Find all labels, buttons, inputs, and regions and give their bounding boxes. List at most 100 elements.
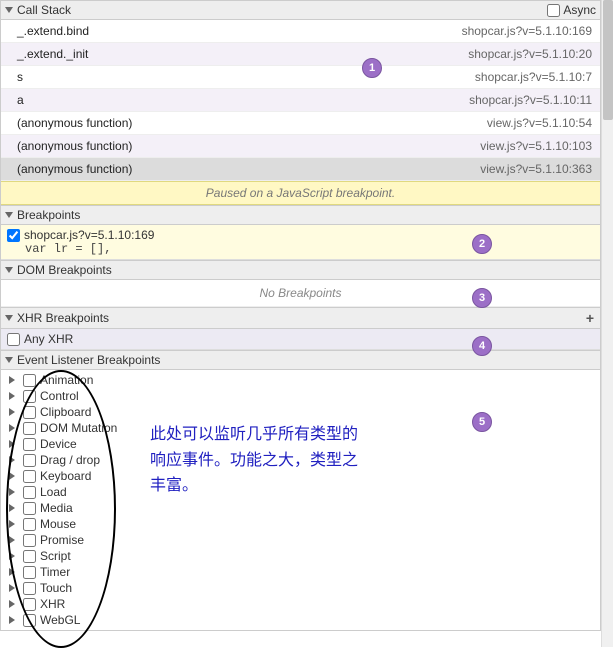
any-xhr-row[interactable]: Any XHR <box>1 329 600 350</box>
event-category-item[interactable]: Promise <box>9 532 600 548</box>
event-category-item[interactable]: Mouse <box>9 516 600 532</box>
debugger-panel: Call Stack Async _.extend.bind shopcar.j… <box>0 0 601 631</box>
event-category-item[interactable]: Touch <box>9 580 600 596</box>
event-category-label: Media <box>40 501 73 515</box>
chevron-right-icon <box>9 424 19 432</box>
event-category-checkbox[interactable] <box>23 614 36 627</box>
event-category-checkbox[interactable] <box>23 502 36 515</box>
breakpoint-checkbox[interactable] <box>7 229 20 242</box>
chevron-right-icon <box>9 376 19 384</box>
stack-frame[interactable]: a shopcar.js?v=5.1.10:11 <box>1 89 600 112</box>
event-category-label: XHR <box>40 597 65 611</box>
xhr-breakpoints-title: XHR Breakpoints <box>17 311 584 325</box>
event-category-item[interactable]: Timer <box>9 564 600 580</box>
event-category-label: Keyboard <box>40 469 91 483</box>
event-category-checkbox[interactable] <box>23 406 36 419</box>
stack-frame[interactable]: _.extend._init shopcar.js?v=5.1.10:20 <box>1 43 600 66</box>
event-category-label: Device <box>40 437 77 451</box>
stack-frame[interactable]: (anonymous function) view.js?v=5.1.10:54 <box>1 112 600 135</box>
stack-frame[interactable]: (anonymous function) view.js?v=5.1.10:10… <box>1 135 600 158</box>
event-category-item[interactable]: Media <box>9 500 600 516</box>
callstack-header[interactable]: Call Stack Async <box>1 0 600 20</box>
chevron-down-icon <box>5 7 13 13</box>
event-category-label: DOM Mutation <box>40 421 117 435</box>
chevron-down-icon <box>5 315 13 321</box>
event-category-checkbox[interactable] <box>23 566 36 579</box>
chevron-right-icon <box>9 456 19 464</box>
event-category-label: Animation <box>40 373 93 387</box>
chevron-down-icon <box>5 357 13 363</box>
chevron-down-icon <box>5 212 13 218</box>
event-category-checkbox[interactable] <box>23 374 36 387</box>
event-category-checkbox[interactable] <box>23 486 36 499</box>
dom-breakpoints-empty: No Breakpoints <box>1 280 600 307</box>
any-xhr-checkbox[interactable] <box>7 333 20 346</box>
event-category-checkbox[interactable] <box>23 550 36 563</box>
event-category-checkbox[interactable] <box>23 470 36 483</box>
event-category-item[interactable]: Script <box>9 548 600 564</box>
event-category-checkbox[interactable] <box>23 454 36 467</box>
annotation-badge-3: 3 <box>472 288 492 308</box>
stack-frame[interactable]: _.extend.bind shopcar.js?v=5.1.10:169 <box>1 20 600 43</box>
scrollbar-thumb[interactable] <box>603 0 613 120</box>
callstack-title: Call Stack <box>17 3 547 17</box>
add-xhr-breakpoint-button[interactable]: + <box>584 310 596 326</box>
chevron-right-icon <box>9 520 19 528</box>
chevron-right-icon <box>9 472 19 480</box>
breakpoints-title: Breakpoints <box>17 208 596 222</box>
breakpoint-location: shopcar.js?v=5.1.10:169 <box>24 228 154 242</box>
dom-breakpoints-header[interactable]: DOM Breakpoints <box>1 260 600 280</box>
async-toggle[interactable]: Async <box>547 3 596 17</box>
async-checkbox[interactable] <box>547 4 560 17</box>
any-xhr-label: Any XHR <box>24 332 73 346</box>
event-category-checkbox[interactable] <box>23 422 36 435</box>
event-category-label: Timer <box>40 565 70 579</box>
dom-breakpoints-title: DOM Breakpoints <box>17 263 596 277</box>
paused-message: Paused on a JavaScript breakpoint. <box>1 181 600 205</box>
vertical-scrollbar[interactable] <box>601 0 613 647</box>
chevron-right-icon <box>9 440 19 448</box>
stack-frame[interactable]: s shopcar.js?v=5.1.10:7 <box>1 66 600 89</box>
breakpoint-code: var lr = [], <box>7 242 594 256</box>
event-category-label: Load <box>40 485 67 499</box>
annotation-badge-4: 4 <box>472 336 492 356</box>
chevron-right-icon <box>9 616 19 624</box>
event-list: Animation Control Clipboard DOM Mutation Dev… <box>1 370 600 630</box>
chevron-right-icon <box>9 600 19 608</box>
chevron-down-icon <box>5 267 13 273</box>
event-category-label: Control <box>40 389 79 403</box>
stack-frame[interactable]: (anonymous function) view.js?v=5.1.10:36… <box>1 158 600 181</box>
event-category-checkbox[interactable] <box>23 534 36 547</box>
chevron-right-icon <box>9 584 19 592</box>
event-category-item[interactable]: WebGL <box>9 612 600 628</box>
event-category-label: WebGL <box>40 613 80 627</box>
annotation-text: 此处可以监听几乎所有类型的响应事件。功能之大，类型之丰富。 <box>150 422 370 499</box>
xhr-breakpoints-header[interactable]: XHR Breakpoints + <box>1 307 600 329</box>
event-category-checkbox[interactable] <box>23 390 36 403</box>
event-category-label: Promise <box>40 533 84 547</box>
event-breakpoints-header[interactable]: Event Listener Breakpoints <box>1 350 600 370</box>
event-category-checkbox[interactable] <box>23 518 36 531</box>
breakpoints-header[interactable]: Breakpoints <box>1 205 600 225</box>
breakpoint-row[interactable]: shopcar.js?v=5.1.10:169 var lr = [], <box>1 225 600 260</box>
event-category-label: Drag / drop <box>40 453 100 467</box>
event-category-label: Clipboard <box>40 405 91 419</box>
event-breakpoints-title: Event Listener Breakpoints <box>17 353 596 367</box>
chevron-right-icon <box>9 536 19 544</box>
chevron-right-icon <box>9 408 19 416</box>
chevron-right-icon <box>9 504 19 512</box>
chevron-right-icon <box>9 488 19 496</box>
chevron-right-icon <box>9 568 19 576</box>
event-category-label: Mouse <box>40 517 76 531</box>
event-category-item[interactable]: Clipboard <box>9 404 600 420</box>
event-category-item[interactable]: Control <box>9 388 600 404</box>
annotation-badge-1: 1 <box>362 58 382 78</box>
event-category-label: Touch <box>40 581 72 595</box>
event-category-item[interactable]: XHR <box>9 596 600 612</box>
event-category-checkbox[interactable] <box>23 582 36 595</box>
annotation-badge-2: 2 <box>472 234 492 254</box>
event-category-item[interactable]: Animation <box>9 372 600 388</box>
event-category-checkbox[interactable] <box>23 598 36 611</box>
chevron-right-icon <box>9 392 19 400</box>
event-category-checkbox[interactable] <box>23 438 36 451</box>
